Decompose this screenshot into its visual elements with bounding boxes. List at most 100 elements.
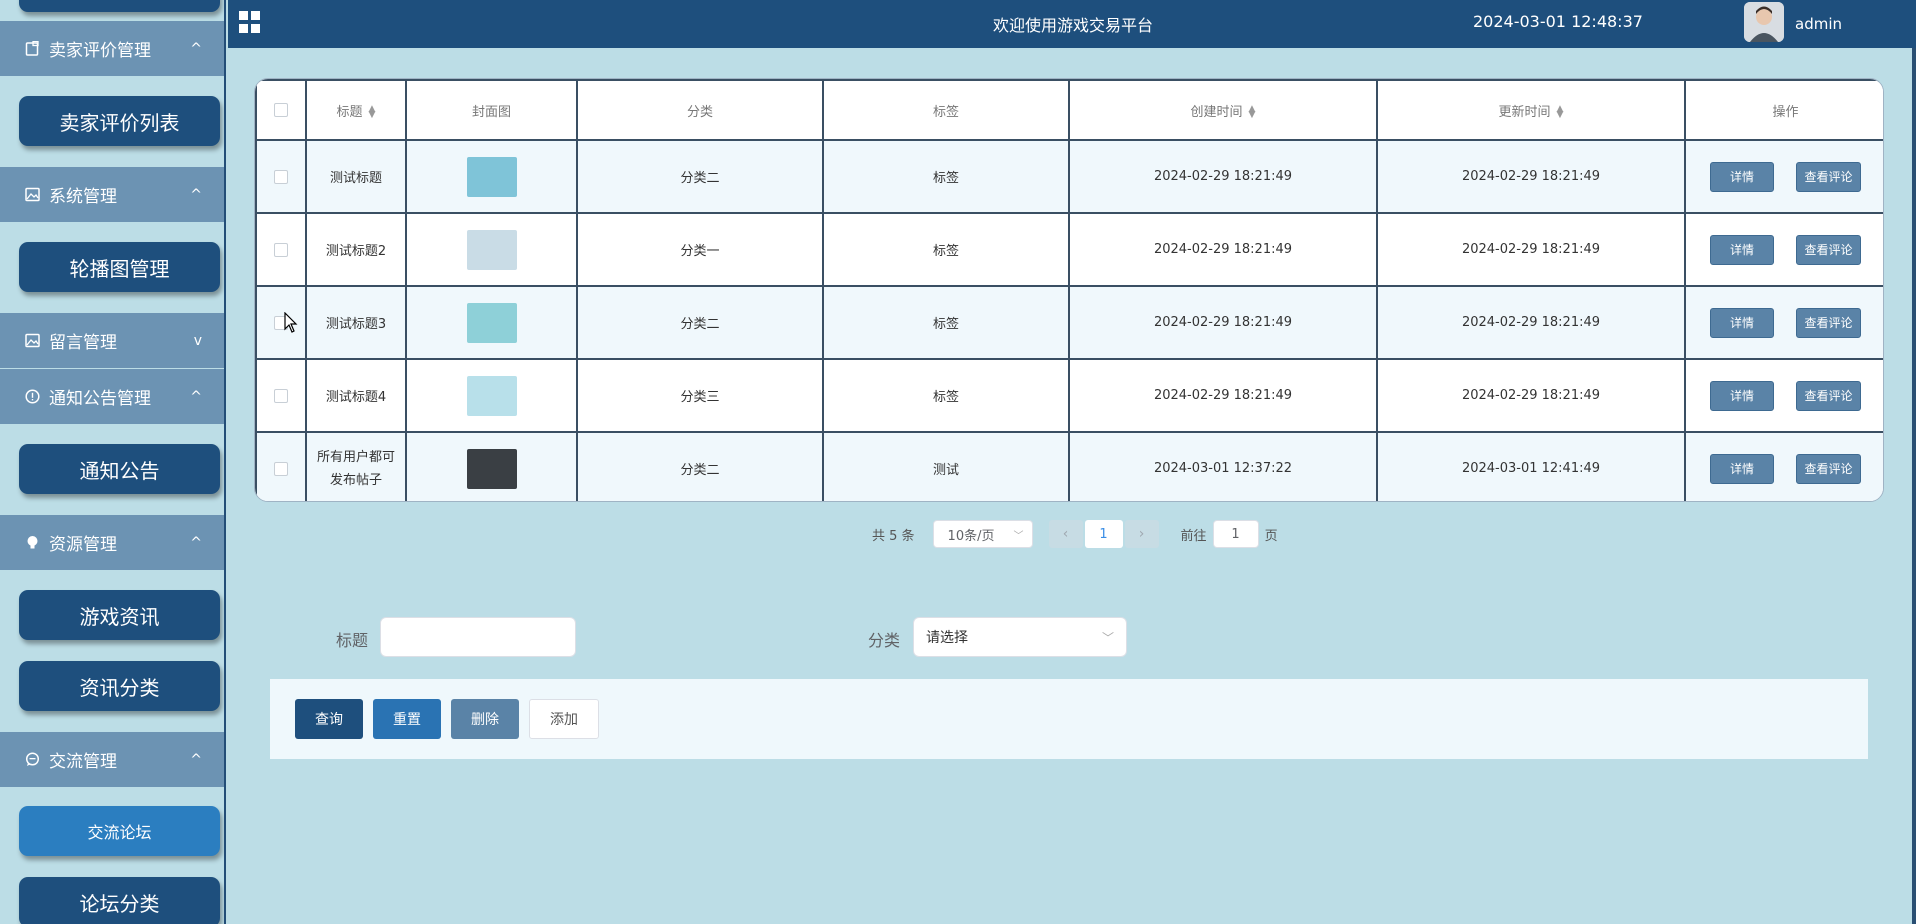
category-select[interactable]: 请选择 ﹀	[913, 617, 1127, 657]
view-comments-button[interactable]: 查看评论	[1796, 234, 1861, 265]
bulb-icon	[24, 535, 40, 551]
row-checkbox[interactable]	[274, 388, 288, 403]
column-header-updated[interactable]: 更新时间 ▲ ▼	[1376, 79, 1686, 141]
delete-button[interactable]: 删除	[451, 699, 519, 739]
cell-title: 测试标题	[305, 139, 407, 214]
sidebar-group-communication[interactable]: 交流管理 ^	[0, 732, 224, 787]
row-checkbox[interactable]	[274, 242, 288, 257]
page-size-select[interactable]: 10条/页 ﹀	[932, 520, 1033, 548]
sidebar-item-forum-category[interactable]: 论坛分类	[19, 877, 220, 924]
sidebar-group-label: 卖家评价管理	[49, 41, 151, 61]
chevron-up-icon: ^	[190, 751, 202, 768]
sidebar-item-seller-review-list[interactable]: 卖家评价列表	[19, 96, 220, 146]
table-header-row: 标题 ▲ ▼ 封面图 分类 标签 创建时间 ▲ ▼ 更新时间 ▲ ▼ 操作	[255, 79, 1883, 141]
sidebar-group-system[interactable]: 系统管理 ^	[0, 167, 224, 222]
view-comments-button[interactable]: 查看评论	[1796, 453, 1861, 484]
cell-category: 分类二	[576, 431, 824, 501]
sort-icon[interactable]: ▲ ▼	[1249, 105, 1256, 120]
cell-category: 分类二	[576, 139, 824, 214]
sidebar-item-forum[interactable]: 交流论坛	[19, 806, 220, 856]
cell-tag: 标签	[822, 212, 1070, 287]
chevron-up-icon: ^	[190, 40, 202, 57]
sidebar-item-partial[interactable]	[19, 0, 220, 12]
cell-created: 2024-02-29 18:21:49	[1068, 285, 1378, 360]
column-header-category: 分类	[576, 79, 824, 141]
cell-cover	[405, 358, 578, 433]
cell-tag: 标签	[822, 285, 1070, 360]
detail-button[interactable]: 详情	[1710, 453, 1774, 484]
pagination-total: 共 5 条	[872, 528, 915, 544]
chevron-up-icon: ^	[190, 388, 202, 405]
sort-icon[interactable]: ▲ ▼	[369, 105, 376, 120]
cell-actions: 详情 查看评论	[1684, 285, 1883, 360]
column-header-tag: 标签	[822, 79, 1070, 141]
header-datetime: 2024-03-01 12:48:37	[1473, 12, 1643, 31]
sidebar-group-resource[interactable]: 资源管理 ^	[0, 515, 224, 570]
view-comments-button[interactable]: 查看评论	[1796, 161, 1861, 192]
cell-updated: 2024-03-01 12:41:49	[1376, 431, 1686, 501]
header-username[interactable]: admin	[1795, 15, 1842, 33]
view-comments-button[interactable]: 查看评论	[1796, 307, 1861, 338]
cell-created: 2024-03-01 12:37:22	[1068, 431, 1378, 501]
cell-title: 所有用户都可发布帖子	[305, 431, 407, 501]
scrollbar[interactable]	[1912, 48, 1916, 924]
sidebar-item-game-news[interactable]: 游戏资讯	[19, 590, 220, 640]
cell-tag: 标签	[822, 358, 1070, 433]
detail-button[interactable]: 详情	[1710, 307, 1774, 338]
cell-created: 2024-02-29 18:21:49	[1068, 212, 1378, 287]
sidebar-group-label: 系统管理	[49, 187, 117, 207]
sidebar-group-seller-review[interactable]: 卖家评价管理 ^	[0, 21, 224, 76]
title-search-input[interactable]	[380, 617, 576, 657]
cell-title: 测试标题4	[305, 358, 407, 433]
page-title: 欢迎使用游戏交易平台	[993, 16, 1154, 35]
sidebar-item-carousel[interactable]: 轮播图管理	[19, 242, 220, 292]
chevron-down-icon: v	[193, 332, 202, 349]
detail-button[interactable]: 详情	[1710, 380, 1774, 411]
column-header-created[interactable]: 创建时间 ▲ ▼	[1068, 79, 1378, 141]
goto-suffix: 页	[1264, 528, 1278, 544]
cell-created: 2024-02-29 18:21:49	[1068, 139, 1378, 214]
select-all-cell[interactable]	[255, 79, 307, 141]
action-bar: 查询 重置 删除 添加	[270, 679, 1868, 759]
page-number-current[interactable]: 1	[1084, 520, 1123, 548]
reset-button[interactable]: 重置	[373, 699, 441, 739]
chevron-down-icon: ﹀	[1013, 530, 1024, 542]
cell-title: 测试标题2	[305, 212, 407, 287]
chevron-down-icon: ﹀	[1101, 630, 1114, 645]
prev-page-button[interactable]: ‹	[1048, 520, 1083, 548]
add-button[interactable]: 添加	[529, 699, 599, 739]
cell-category: 分类三	[576, 358, 824, 433]
detail-button[interactable]: 详情	[1710, 161, 1774, 192]
cell-cover	[405, 139, 578, 214]
cell-actions: 详情 查看评论	[1684, 358, 1883, 433]
next-page-button[interactable]: ›	[1124, 520, 1159, 548]
sidebar-item-notice[interactable]: 通知公告	[19, 444, 220, 494]
select-all-checkbox[interactable]	[274, 103, 288, 117]
cell-cover	[405, 212, 578, 287]
query-button[interactable]: 查询	[295, 699, 363, 739]
chevron-up-icon: ^	[190, 186, 202, 203]
column-header-title[interactable]: 标题 ▲ ▼	[305, 79, 407, 141]
cover-thumbnail	[466, 375, 517, 416]
sidebar-group-notice[interactable]: 通知公告管理 ^	[0, 369, 224, 424]
cell-category: 分类一	[576, 212, 824, 287]
sort-icon[interactable]: ▲ ▼	[1557, 105, 1564, 120]
goto-label: 前往	[1180, 528, 1207, 544]
detail-button[interactable]: 详情	[1710, 234, 1774, 265]
row-checkbox[interactable]	[274, 169, 288, 184]
cell-created: 2024-02-29 18:21:49	[1068, 358, 1378, 433]
cell-title: 测试标题3	[305, 285, 407, 360]
title-filter-label: 标题	[336, 631, 369, 650]
clipboard-icon	[24, 41, 40, 57]
sidebar-item-news-category[interactable]: 资讯分类	[19, 661, 220, 711]
chat-icon	[24, 752, 40, 768]
grid-menu-icon[interactable]	[239, 11, 261, 33]
column-header-actions: 操作	[1684, 79, 1883, 141]
view-comments-button[interactable]: 查看评论	[1796, 380, 1861, 411]
row-checkbox[interactable]	[274, 461, 288, 476]
sidebar-group-message[interactable]: 留言管理 v	[0, 313, 224, 368]
sidebar: 卖家评价管理 ^ 卖家评价列表 系统管理 ^ 轮播图管理 留言管理 v 通知公告…	[0, 0, 226, 924]
avatar[interactable]	[1744, 2, 1784, 42]
cell-updated: 2024-02-29 18:21:49	[1376, 285, 1686, 360]
goto-page-input[interactable]: 1	[1212, 520, 1259, 548]
